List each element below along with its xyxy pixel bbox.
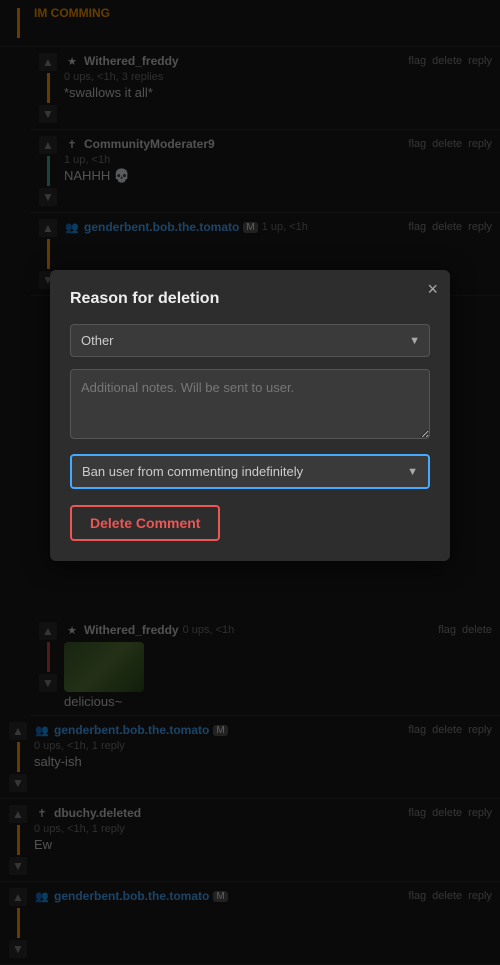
modal-dialog: × Reason for deletion Other Spam Inappro… [50, 270, 450, 561]
modal-overlay: × Reason for deletion Other Spam Inappro… [0, 0, 500, 965]
ban-select-wrapper: Ban user from commenting indefinitely Ba… [70, 454, 430, 489]
notes-textarea[interactable] [70, 369, 430, 439]
delete-comment-button[interactable]: Delete Comment [70, 505, 220, 541]
reason-select[interactable]: Other Spam Inappropriate Off-topic [70, 324, 430, 357]
modal-title: Reason for deletion [70, 290, 430, 308]
reason-select-wrapper: Other Spam Inappropriate Off-topic ▼ [70, 324, 430, 357]
ban-select[interactable]: Ban user from commenting indefinitely Ba… [72, 456, 428, 487]
modal-close-button[interactable]: × [427, 280, 438, 298]
